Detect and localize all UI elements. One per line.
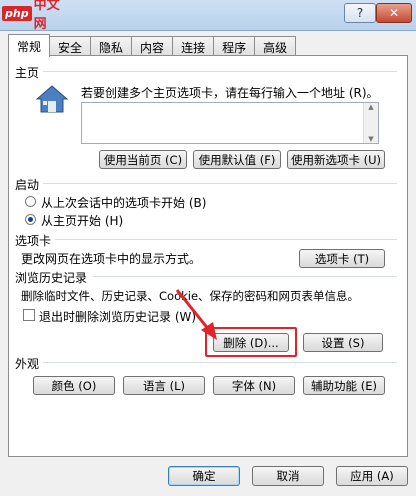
tabs-section-title: 选项卡 xyxy=(15,234,52,248)
startup-home-radio[interactable] xyxy=(25,214,36,225)
delete-on-exit-checkbox[interactable] xyxy=(23,309,35,321)
help-button[interactable]: ? xyxy=(344,3,376,23)
use-default-button[interactable]: 使用默认值 (F) xyxy=(193,150,281,169)
tab-general[interactable]: 常规 xyxy=(8,34,51,57)
divider xyxy=(43,71,397,72)
tabs-desc: 更改网页在选项卡中的显示方式。 xyxy=(21,252,202,266)
tab-connections[interactable]: 连接 xyxy=(172,36,215,57)
startup-last-session-radio[interactable] xyxy=(25,196,36,207)
general-panel: 主页 若要创建多个主页选项卡，请在每行输入一个地址 (R)。 ▲ ▼ 使用当前页… xyxy=(8,55,408,457)
history-settings-button[interactable]: 设置 (S) xyxy=(303,333,383,352)
close-button[interactable]: ✕ xyxy=(376,3,412,23)
divider xyxy=(43,183,397,184)
appearance-section-title: 外观 xyxy=(15,357,40,371)
tab-strip: 常规 安全 隐私 内容 连接 程序 高级 xyxy=(8,34,297,57)
tab-content[interactable]: 内容 xyxy=(131,36,174,57)
cancel-button[interactable]: 取消 xyxy=(252,466,324,486)
fonts-button[interactable]: 字体 (N) xyxy=(213,376,295,395)
tabs-settings-button[interactable]: 选项卡 (T) xyxy=(299,249,385,268)
history-section-title: 浏览历史记录 xyxy=(15,271,88,285)
startup-last-session-label: 从上次会话中的选项卡开始 (B) xyxy=(41,196,207,210)
logo-php: php xyxy=(2,5,32,21)
divider xyxy=(55,239,397,240)
tab-privacy[interactable]: 隐私 xyxy=(90,36,133,57)
colors-button[interactable]: 颜色 (O) xyxy=(33,376,115,395)
textarea-scrollbar[interactable]: ▲ ▼ xyxy=(363,103,378,143)
use-new-tab-button[interactable]: 使用新选项卡 (U) xyxy=(287,150,385,169)
home-icon xyxy=(35,85,69,113)
languages-button[interactable]: 语言 (L) xyxy=(123,376,205,395)
startup-section-title: 启动 xyxy=(15,178,40,192)
ok-button[interactable]: 确定 xyxy=(168,466,240,486)
site-logo: php 中文网 xyxy=(2,0,70,32)
startup-home-label: 从主页开始 (H) xyxy=(41,214,124,228)
use-current-button[interactable]: 使用当前页 (C) xyxy=(99,150,187,169)
apply-button[interactable]: 应用 (A) xyxy=(336,466,408,486)
accessibility-button[interactable]: 辅助功能 (E) xyxy=(303,376,385,395)
divider xyxy=(93,276,397,277)
home-section-title: 主页 xyxy=(15,66,40,80)
home-desc: 若要创建多个主页选项卡，请在每行输入一个地址 (R)。 xyxy=(81,86,379,100)
title-bar: php 中文网 ? ✕ xyxy=(0,0,416,32)
home-url-textarea[interactable]: ▲ ▼ xyxy=(81,102,379,144)
annotation-arrow-icon xyxy=(175,289,217,340)
divider xyxy=(43,362,397,363)
tab-programs[interactable]: 程序 xyxy=(213,36,256,57)
tab-security[interactable]: 安全 xyxy=(49,36,92,57)
logo-cn: 中文网 xyxy=(33,0,60,32)
tab-advanced[interactable]: 高级 xyxy=(254,36,297,57)
